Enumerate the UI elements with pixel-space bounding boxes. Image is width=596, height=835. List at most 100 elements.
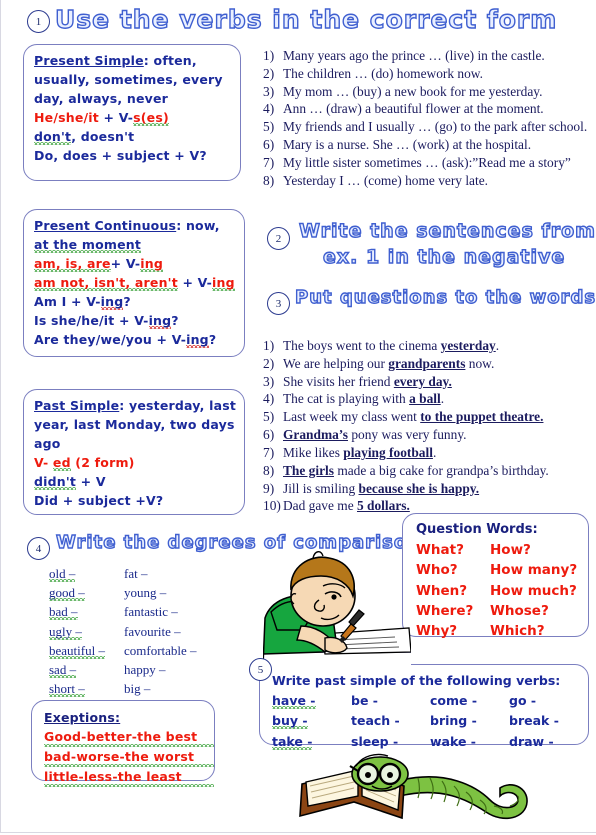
sentence-item: 6) Mary is a nurse. She … (work) at the h… <box>263 136 593 154</box>
grammar-text: Present Simple <box>34 53 144 68</box>
bold-phrase: a ball <box>409 391 441 407</box>
adjective-word: sad – <box>49 662 77 678</box>
sentence-marker: 7) <box>263 154 275 170</box>
grammar-text: Do, does + subject + V? <box>34 148 207 163</box>
grammar-box-past-simple-text: Past Simple: yesterday, last year, last M… <box>24 390 244 510</box>
question-word: Why? <box>416 623 458 639</box>
grammar-box-present-simple: Present Simple: often, usually, sometimes… <box>23 44 241 181</box>
plain-text: now. <box>465 355 495 371</box>
question-word-row: How much? <box>490 581 577 601</box>
grammar-text: + V- <box>110 256 141 271</box>
verb-word: be - <box>351 693 378 708</box>
verb-column: be - teach - sleep - <box>351 691 430 752</box>
adjective-list: old – good – bad – ugly – beautiful – sad – sh… <box>49 564 234 718</box>
grammar-box-present-continuous: Present Continuous: now, at the moment am,… <box>23 209 245 357</box>
adjective-word-row: good – <box>49 583 124 602</box>
grammar-box-present-simple-text: Present Simple: often, usually, sometimes… <box>24 45 240 165</box>
question-word: What? <box>416 542 464 558</box>
adjective-word-row: short – <box>49 679 124 698</box>
question-word: Who? <box>416 562 458 579</box>
question-word: Whose? <box>490 602 549 619</box>
sentence-text: We are helping our grandparents now. <box>283 355 595 373</box>
question-words-column-left: What? Who? When? Where? Why? <box>416 540 490 641</box>
question-word: Where? <box>416 602 474 619</box>
verb-row: buy - <box>272 711 351 731</box>
verb-row: be - <box>351 691 430 711</box>
question-word-row: What? <box>416 540 490 560</box>
sentence-text: The girls made a big cake for grandpa’s … <box>283 462 595 480</box>
grammar-text: Did + subject +V? <box>34 493 164 508</box>
verb-column: come - bring - wake - <box>430 691 509 752</box>
grammar-line: He/she/it + V-s(es) <box>34 108 240 127</box>
grammar-line: Do, does + subject + V? <box>34 146 240 165</box>
sentence-marker: 5) <box>263 119 275 135</box>
exercise-5-heading: Write past simple of the following verbs… <box>272 673 561 688</box>
verb-column: have - buy - take - <box>272 691 351 752</box>
grammar-text: year, last Monday, two days <box>34 417 235 432</box>
grammar-line: didn't + V <box>34 472 244 491</box>
question-word: Which? <box>490 623 545 639</box>
verb-word: draw - <box>509 733 554 749</box>
grammar-text: s(es) <box>133 110 169 125</box>
verb-row: bring - <box>430 711 509 731</box>
sentence-item: 3) She visits her friend every day. <box>263 373 595 391</box>
question-word-row: Who? <box>416 560 490 580</box>
verb-row: teach - <box>351 711 430 731</box>
verb-word: come - <box>430 693 478 708</box>
adjective-word-row: old – <box>49 564 124 583</box>
grammar-line: Are they/we/you + V-ing? <box>34 330 244 349</box>
adjective-word: fantastic – <box>124 604 178 620</box>
sentence-marker: 3) <box>263 83 275 99</box>
question-word-row: Which? <box>490 621 577 641</box>
grammar-text: + V- <box>98 110 134 125</box>
question-words-title: Question Words: <box>416 522 538 537</box>
sentence-item: 1) The boys went to the cinema yesterday. <box>263 337 595 355</box>
verb-row: go - <box>509 691 588 711</box>
adjective-word-row: bad – <box>49 602 124 621</box>
plain-text: pony was very funny. <box>347 427 467 443</box>
sentence-marker: 2) <box>263 355 275 371</box>
grammar-text: day, always, never <box>34 91 169 106</box>
question-word: How? <box>490 542 531 558</box>
sentence-marker: 7) <box>263 444 275 460</box>
verb-word: teach - <box>351 713 400 729</box>
question-word: How many? <box>490 562 578 579</box>
sentence-item: 1) Many years ago the prince … (live) in … <box>263 47 593 65</box>
grammar-box-past-simple: Past Simple: yesterday, last year, last M… <box>23 389 245 515</box>
grammar-line: Past Simple: yesterday, last <box>34 396 244 415</box>
sentence-marker: 3) <box>263 373 275 389</box>
sentence-marker: 1) <box>263 338 275 353</box>
grammar-line: Is she/he/it + V-ing? <box>34 311 244 330</box>
boy-writing-illustration <box>262 548 412 670</box>
verb-word: bring - <box>430 713 477 729</box>
sentence-text: My little sister sometimes … (ask):”Read… <box>283 154 593 172</box>
exercise-number-2: 2 <box>267 227 290 250</box>
bold-phrase: grandparents <box>388 355 466 371</box>
grammar-text: at the moment <box>34 237 142 252</box>
bold-phrase: playing football <box>343 444 433 460</box>
verb-word: wake - <box>430 733 476 749</box>
sentence-marker: 8) <box>263 462 275 478</box>
exceptions-title: Exeptions: <box>44 710 121 725</box>
exercise-5-box: Write past simple of the following verbs… <box>259 664 589 749</box>
sentence-marker: 1) <box>263 48 275 63</box>
sentence-marker: 6) <box>263 137 275 153</box>
verb-word: take - <box>272 733 313 749</box>
adjective-word: short – <box>49 681 85 697</box>
verb-row: have - <box>272 691 351 711</box>
grammar-line: day, always, never <box>34 89 240 108</box>
sentence-marker: 4) <box>263 391 275 407</box>
adjective-word-row: favourite – <box>124 622 234 641</box>
verb-column: go - break - draw - <box>509 691 588 752</box>
question-word-row: How? <box>490 540 577 560</box>
question-word-row: Where? <box>416 601 490 621</box>
sentence-item: 5) My friends and I usually … (go) to the… <box>263 118 593 136</box>
plain-text: made a big cake for grandpa’s birthday. <box>333 462 549 478</box>
question-word-row: When? <box>416 581 490 601</box>
adjective-column-left: old – good – bad – ugly – beautiful – sad – sh… <box>49 564 124 718</box>
sentence-text: Mary is a nurse. She … (work) at the hos… <box>283 136 593 154</box>
adjective-word-row: comfortable – <box>124 641 234 660</box>
sentence-item: 5) Last week my class went to the puppet … <box>263 408 595 426</box>
verb-row: come - <box>430 691 509 711</box>
sentence-marker: 4) <box>263 101 275 117</box>
